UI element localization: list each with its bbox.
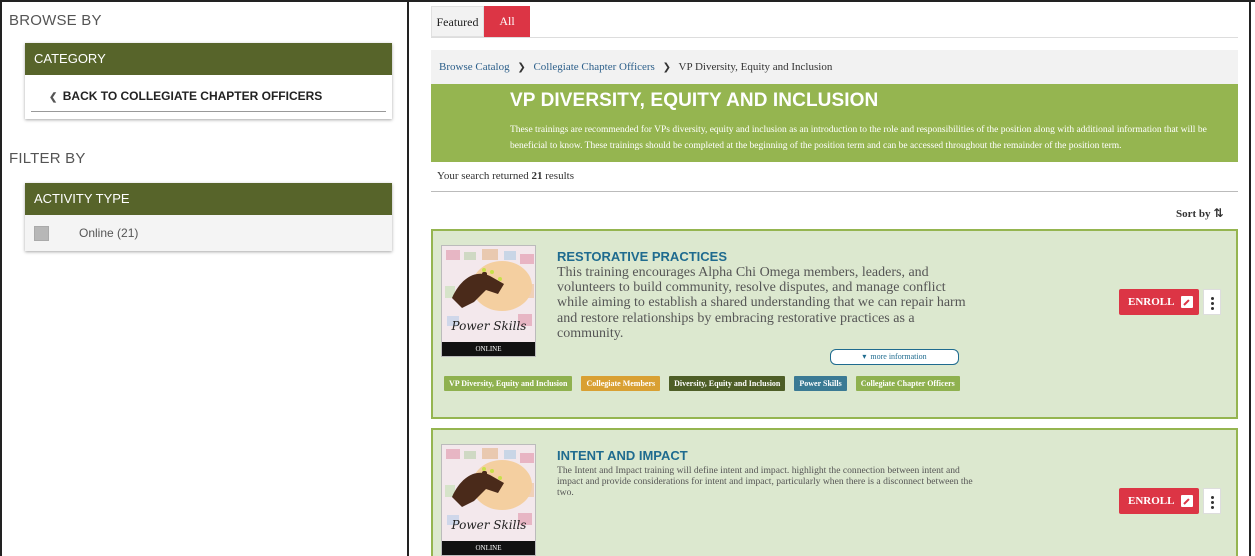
edit-icon: [1181, 495, 1193, 507]
filter-online[interactable]: Online (21): [34, 225, 138, 241]
breadcrumb-collegiate-chapter-officers[interactable]: Collegiate Chapter Officers: [533, 61, 654, 73]
kebab-menu-icon[interactable]: [1203, 488, 1221, 514]
course-card: Power Skills ONLINE RESTORATIVE PRACTICE…: [431, 229, 1238, 419]
svg-text:Power Skills: Power Skills: [451, 518, 527, 532]
banner-description: These trainings are recommended for VPs …: [510, 125, 1207, 151]
power-skills-artwork: Power Skills: [442, 246, 535, 344]
frame-border-right: [1249, 0, 1251, 556]
breadcrumb-chevron-icon: ❯: [662, 62, 671, 73]
kebab-menu-icon[interactable]: [1203, 289, 1221, 315]
results-prefix: Your search returned: [437, 170, 532, 182]
frame-border-top: [0, 0, 1255, 2]
chevron-left-icon: ❮: [49, 92, 58, 103]
svg-text:Power Skills: Power Skills: [451, 319, 527, 333]
more-information-button[interactable]: ▾ more information: [830, 349, 959, 365]
enroll-label: ENROLL: [1128, 495, 1175, 507]
category-banner: VP DIVERSITY, EQUITY AND INCLUSION These…: [431, 84, 1238, 162]
enroll-button[interactable]: ENROLL: [1119, 289, 1199, 315]
sort-by-button[interactable]: Sort by ⇅: [1176, 206, 1224, 220]
tab-all[interactable]: All: [484, 6, 530, 37]
results-suffix: results: [542, 170, 574, 182]
course-thumbnail[interactable]: Power Skills ONLINE: [441, 245, 536, 357]
tag-collegiate-members[interactable]: Collegiate Members: [581, 376, 661, 391]
breadcrumb-browse-catalog[interactable]: Browse Catalog: [439, 61, 510, 73]
enroll-button[interactable]: ENROLL: [1119, 488, 1199, 514]
filter-online-label: Online (21): [79, 226, 139, 240]
edit-icon: [1181, 296, 1193, 308]
tag-diversity-equity-inclusion[interactable]: Diversity, Equity and Inclusion: [669, 376, 786, 391]
sort-by-label: Sort by: [1176, 208, 1211, 220]
back-to-collegiate-officers-link[interactable]: ❮ BACK TO COLLEGIATE CHAPTER OFFICERS: [49, 89, 322, 103]
breadcrumb: Browse Catalog ❯ Collegiate Chapter Offi…: [431, 50, 1238, 84]
filter-by-heading: FILTER BY: [9, 150, 86, 167]
breadcrumb-chevron-icon: ❯: [517, 62, 526, 73]
power-skills-artwork: Power Skills: [442, 445, 535, 543]
online-label: ONLINE: [442, 342, 535, 356]
frame-border-left: [0, 0, 2, 556]
sort-icon: ⇅: [1213, 206, 1224, 220]
course-description: This training encourages Alpha Chi Omega…: [557, 265, 966, 341]
back-link-label: BACK TO COLLEGIATE CHAPTER OFFICERS: [62, 89, 323, 103]
filter-online-checkbox[interactable]: [34, 225, 49, 241]
course-title[interactable]: INTENT AND IMPACT: [557, 448, 688, 463]
category-panel: CATEGORY ❮ BACK TO COLLEGIATE CHAPTER OF…: [25, 43, 392, 119]
course-tags: VP Diversity, Equity and Inclusion Colle…: [444, 376, 960, 391]
activity-type-header: ACTIVITY TYPE: [25, 183, 392, 215]
course-title[interactable]: RESTORATIVE PRACTICES: [557, 249, 727, 264]
category-header: CATEGORY: [25, 43, 392, 75]
tabs-divider: [431, 37, 1238, 38]
course-description: The Intent and Impact training will defi…: [557, 465, 973, 498]
online-label: ONLINE: [442, 541, 535, 555]
browse-by-heading: BROWSE BY: [9, 12, 102, 29]
tag-collegiate-chapter-officers[interactable]: Collegiate Chapter Officers: [855, 376, 960, 391]
enroll-label: ENROLL: [1128, 296, 1175, 308]
page-title: VP DIVERSITY, EQUITY AND INCLUSION: [510, 90, 879, 111]
frame-divider: [407, 0, 409, 556]
tab-featured[interactable]: Featured: [431, 6, 484, 37]
tag-vp-diversity[interactable]: VP Diversity, Equity and Inclusion: [444, 376, 573, 391]
more-information-label: more information: [870, 352, 927, 361]
breadcrumb-current: VP Diversity, Equity and Inclusion: [678, 61, 833, 73]
tag-power-skills[interactable]: Power Skills: [794, 376, 847, 391]
caret-down-icon: ▾: [862, 352, 867, 361]
results-count: 21: [531, 170, 543, 182]
course-card: Power Skills ONLINE INTENT AND IMPACT Th…: [431, 428, 1238, 556]
results-divider: [431, 191, 1238, 192]
divider: [31, 111, 386, 112]
activity-type-panel: ACTIVITY TYPE Online (21): [25, 183, 392, 251]
results-summary: Your search returned 21 results: [437, 170, 574, 182]
course-thumbnail[interactable]: Power Skills ONLINE: [441, 444, 536, 556]
